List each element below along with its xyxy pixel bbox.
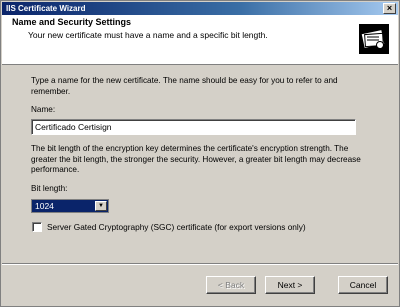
sgc-checkbox-label[interactable]: Server Gated Cryptography (SGC) certific… <box>47 222 306 232</box>
page-title: Name and Security Settings <box>12 17 132 27</box>
button-divider <box>2 263 398 265</box>
name-input[interactable]: Certificado Certisign <box>31 119 356 135</box>
page-subtitle: Your new certificate must have a name an… <box>28 30 268 40</box>
bit-length-value: 1024 <box>35 201 54 211</box>
window-title: IIS Certificate Wizard <box>6 4 86 13</box>
next-button[interactable]: Next > <box>265 276 315 294</box>
certificate-wizard-icon <box>359 24 389 54</box>
intro-text: Type a name for the new certificate. The… <box>31 76 338 96</box>
close-button[interactable]: × <box>383 3 396 14</box>
chevron-down-icon[interactable]: ▼ <box>95 201 107 211</box>
wizard-window: IIS Certificate Wizard × Name and Securi… <box>0 0 400 307</box>
back-button[interactable]: < Back <box>206 276 256 294</box>
wizard-header: Name and Security Settings Your new cert… <box>2 15 398 65</box>
name-label: Name: <box>31 105 56 114</box>
title-bar[interactable]: IIS Certificate Wizard × <box>2 2 398 15</box>
cancel-button[interactable]: Cancel <box>338 276 388 294</box>
bit-length-label: Bit length: <box>31 184 68 193</box>
bit-length-select[interactable]: 1024 ▼ <box>31 199 109 213</box>
sgc-checkbox[interactable] <box>32 222 42 232</box>
bit-length-info: The bit length of the encryption key det… <box>31 144 361 174</box>
